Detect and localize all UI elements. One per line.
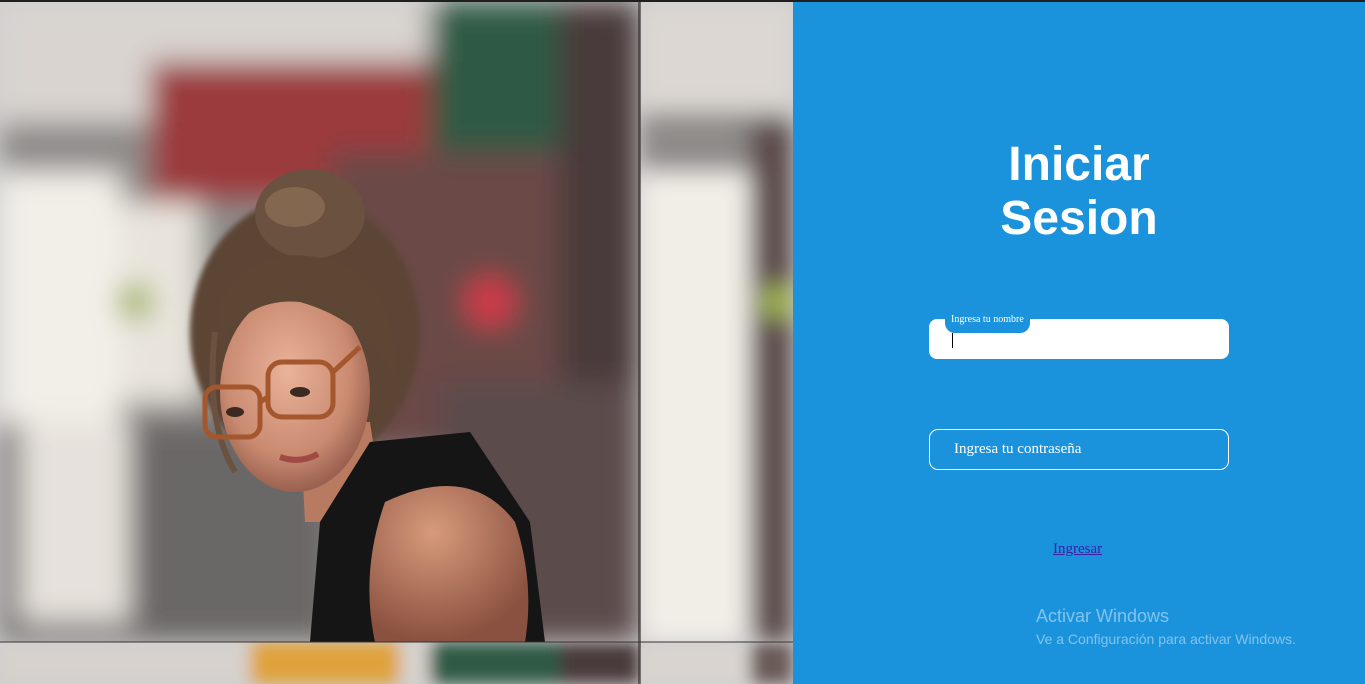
login-page: Iniciar Sesion Ingresa tu nombre Ingresa… xyxy=(0,0,1365,684)
photo-seam-vertical xyxy=(638,2,641,684)
login-link[interactable]: Ingresar xyxy=(1053,541,1102,558)
photo-repeat-bottom xyxy=(0,642,640,684)
portrait-photo xyxy=(0,2,640,642)
text-caret xyxy=(952,333,953,348)
password-input[interactable]: Ingresa tu contraseña xyxy=(929,429,1229,470)
activation-watermark-title: Activar Windows xyxy=(1036,606,1170,626)
photo-repeat-corner xyxy=(640,642,793,684)
name-field-label: Ingresa tu nombre xyxy=(945,309,1030,333)
photo-seam-horizontal xyxy=(0,641,793,643)
page-title: Iniciar Sesion xyxy=(793,138,1365,246)
login-panel: Iniciar Sesion Ingresa tu nombre Ingresa… xyxy=(793,2,1365,684)
activation-watermark-subtitle: Ve a Configuración para activar Windows. xyxy=(1036,631,1296,647)
background-photo xyxy=(0,2,793,684)
title-line-1: Iniciar xyxy=(1008,138,1150,191)
photo-repeat-right xyxy=(640,2,793,642)
title-line-2: Sesion xyxy=(1000,192,1158,245)
